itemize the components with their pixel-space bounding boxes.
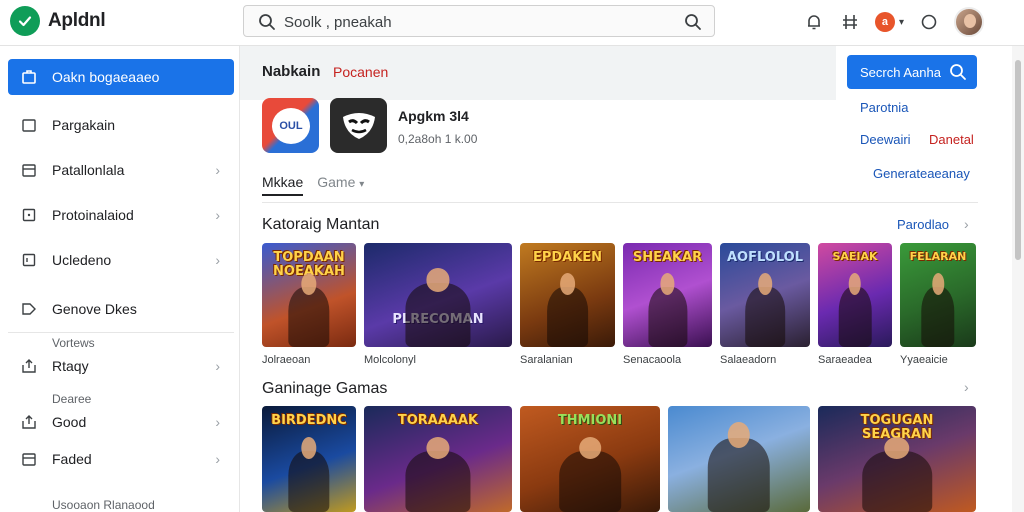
sidebar-item-6[interactable]: Rtaqy ›	[8, 348, 234, 384]
page-subtitle: Pocanen	[333, 64, 389, 80]
chevron-right-icon: ›	[215, 451, 220, 467]
briefcase-icon	[20, 68, 38, 86]
sidebar-item-2[interactable]: Patallonlala ›	[8, 152, 234, 188]
sidebar-item-8[interactable]: Faded ›	[8, 441, 234, 477]
game-card-label: Yyaeaicie	[900, 354, 948, 366]
sidebar-item-1[interactable]: Pargakain	[8, 107, 234, 143]
sidebar-item-label: Patallonlala	[52, 162, 125, 178]
box-icon	[20, 251, 38, 269]
upload-icon	[20, 357, 38, 375]
sidebar-item-label: Genove Dkes	[52, 301, 137, 317]
game-card[interactable]: PLRECOMAN	[364, 243, 512, 347]
game-card[interactable]: TOGUGAN SEAGRAN	[818, 406, 976, 512]
section-see-more-link[interactable]: Parodlao	[897, 217, 949, 232]
chevron-right-icon: ›	[215, 162, 220, 178]
user-avatar[interactable]	[954, 7, 984, 37]
chevron-down-icon: ▾	[359, 179, 365, 190]
game-card[interactable]: FELARAN	[900, 243, 976, 347]
calendar-icon	[20, 450, 38, 468]
sidebar-item-5[interactable]: Genove Dkes	[8, 291, 234, 327]
app-icon-primary[interactable]: OUL	[262, 98, 319, 153]
notifications-bell-icon[interactable]	[803, 11, 825, 33]
link-parotina[interactable]: Parotnia	[860, 100, 908, 115]
sidebar-item-0[interactable]: Oakn bogaeaaeo	[8, 59, 234, 95]
game-card[interactable]: THMIONI	[520, 406, 660, 512]
help-icon[interactable]	[918, 11, 940, 33]
sidebar-item-4[interactable]: Ucledeno ›	[8, 242, 234, 278]
search-input[interactable]	[284, 11, 664, 33]
link-danetal[interactable]: Danetal	[929, 132, 974, 147]
link-dewani[interactable]: Deewairi	[860, 132, 911, 147]
game-card[interactable]: TORAAAAK	[364, 406, 512, 512]
section-title: Katoraig Mantan	[262, 216, 380, 233]
apps-badge-icon[interactable]: a	[874, 12, 895, 32]
sidebar-footer-label: Usooaon Rlanaood	[52, 498, 155, 512]
sidebar-item-label: Oakn bogaeaaeo	[52, 69, 160, 85]
chevron-down-icon[interactable]: ▾	[899, 17, 904, 28]
game-card[interactable]	[668, 406, 810, 512]
sidebar-item-label: Protoinalaiod	[52, 207, 134, 223]
scrollbar[interactable]	[1012, 46, 1024, 512]
game-card-label: Molcolonyl	[364, 354, 416, 366]
tab-0[interactable]: Mkkae	[262, 174, 304, 196]
chevron-right-icon: ›	[215, 358, 220, 374]
game-card[interactable]: SHEAKAR	[623, 243, 712, 347]
sidebar-divider	[8, 332, 234, 333]
folder-icon	[20, 116, 38, 134]
search-button[interactable]: Secrch Aanha	[847, 55, 977, 89]
search-bar[interactable]	[243, 5, 715, 37]
app-logo-icon[interactable]	[10, 6, 40, 36]
chevron-right-icon: ›	[215, 207, 220, 223]
game-card[interactable]: AOFLOLOL	[720, 243, 810, 347]
game-card-label: Salaeadorn	[720, 354, 777, 366]
page-header: Nabkain Pocanen	[240, 46, 836, 100]
sidebar-item-label: Faded	[52, 451, 92, 467]
game-card[interactable]: EPDAKEN	[520, 243, 615, 347]
tag-icon	[20, 300, 38, 318]
tab-1[interactable]: Game ▾	[317, 174, 364, 196]
tab-bar: Mkkae Game ▾	[262, 174, 364, 196]
chevron-right-icon: ›	[215, 414, 220, 430]
sidebar-item-3[interactable]: Protoinalaiod ›	[8, 197, 234, 233]
game-card-label: Jolraeoan	[262, 354, 311, 366]
chevron-right-icon[interactable]: ›	[964, 379, 969, 395]
calendar-icon	[20, 161, 38, 179]
search-icon	[259, 14, 275, 30]
top-bar: Apldnl a ▾	[0, 0, 1024, 46]
game-card[interactable]: SAEIAK	[818, 243, 892, 347]
game-card-label: Saralanian	[520, 354, 573, 366]
sidebar-item-label: Pargakain	[52, 117, 116, 133]
tab-underline-divider	[262, 202, 978, 203]
main-content: Nabkain Pocanen Secrch Aanha Parotnia De…	[240, 46, 1012, 512]
game-card-label: Senacaoola	[623, 354, 682, 366]
app-icon-secondary[interactable]	[330, 98, 387, 153]
sidebar-item-label: Good	[52, 414, 87, 430]
featured-app-name: Apgkm 3l4	[398, 108, 469, 124]
search-submit-icon[interactable]	[684, 13, 702, 31]
game-card-label: Saraeadea	[818, 354, 872, 366]
sidebar-item-label: Rtaqy	[52, 358, 89, 374]
link-generate[interactable]: Generateaeanay	[873, 166, 970, 181]
grid-icon[interactable]	[839, 11, 861, 33]
sidebar: Oakn bogaeaaeo Pargakain Patallonlala › …	[0, 46, 240, 512]
chevron-right-icon[interactable]: ›	[964, 216, 969, 232]
sidebar-item-7[interactable]: Good ›	[8, 404, 234, 440]
app-title: Apldnl	[48, 10, 106, 31]
mask-icon	[342, 112, 375, 139]
game-card[interactable]: TOPDAAN NOEAKAH	[262, 243, 356, 347]
sidebar-item-label: Ucledeno	[52, 252, 112, 268]
game-card[interactable]: BIRDEDNC	[262, 406, 356, 512]
tag-icon	[20, 413, 38, 431]
page-title: Nabkain	[262, 63, 321, 80]
section-title: Ganinage Gamas	[262, 380, 388, 397]
tag-icon	[20, 206, 38, 224]
featured-app-meta: 0,2a8oh 1 k.00	[398, 132, 478, 146]
scrollbar-thumb[interactable]	[1015, 60, 1021, 260]
search-icon	[950, 64, 966, 80]
app-icon-label: OUL	[272, 108, 310, 144]
chevron-right-icon: ›	[215, 252, 220, 268]
